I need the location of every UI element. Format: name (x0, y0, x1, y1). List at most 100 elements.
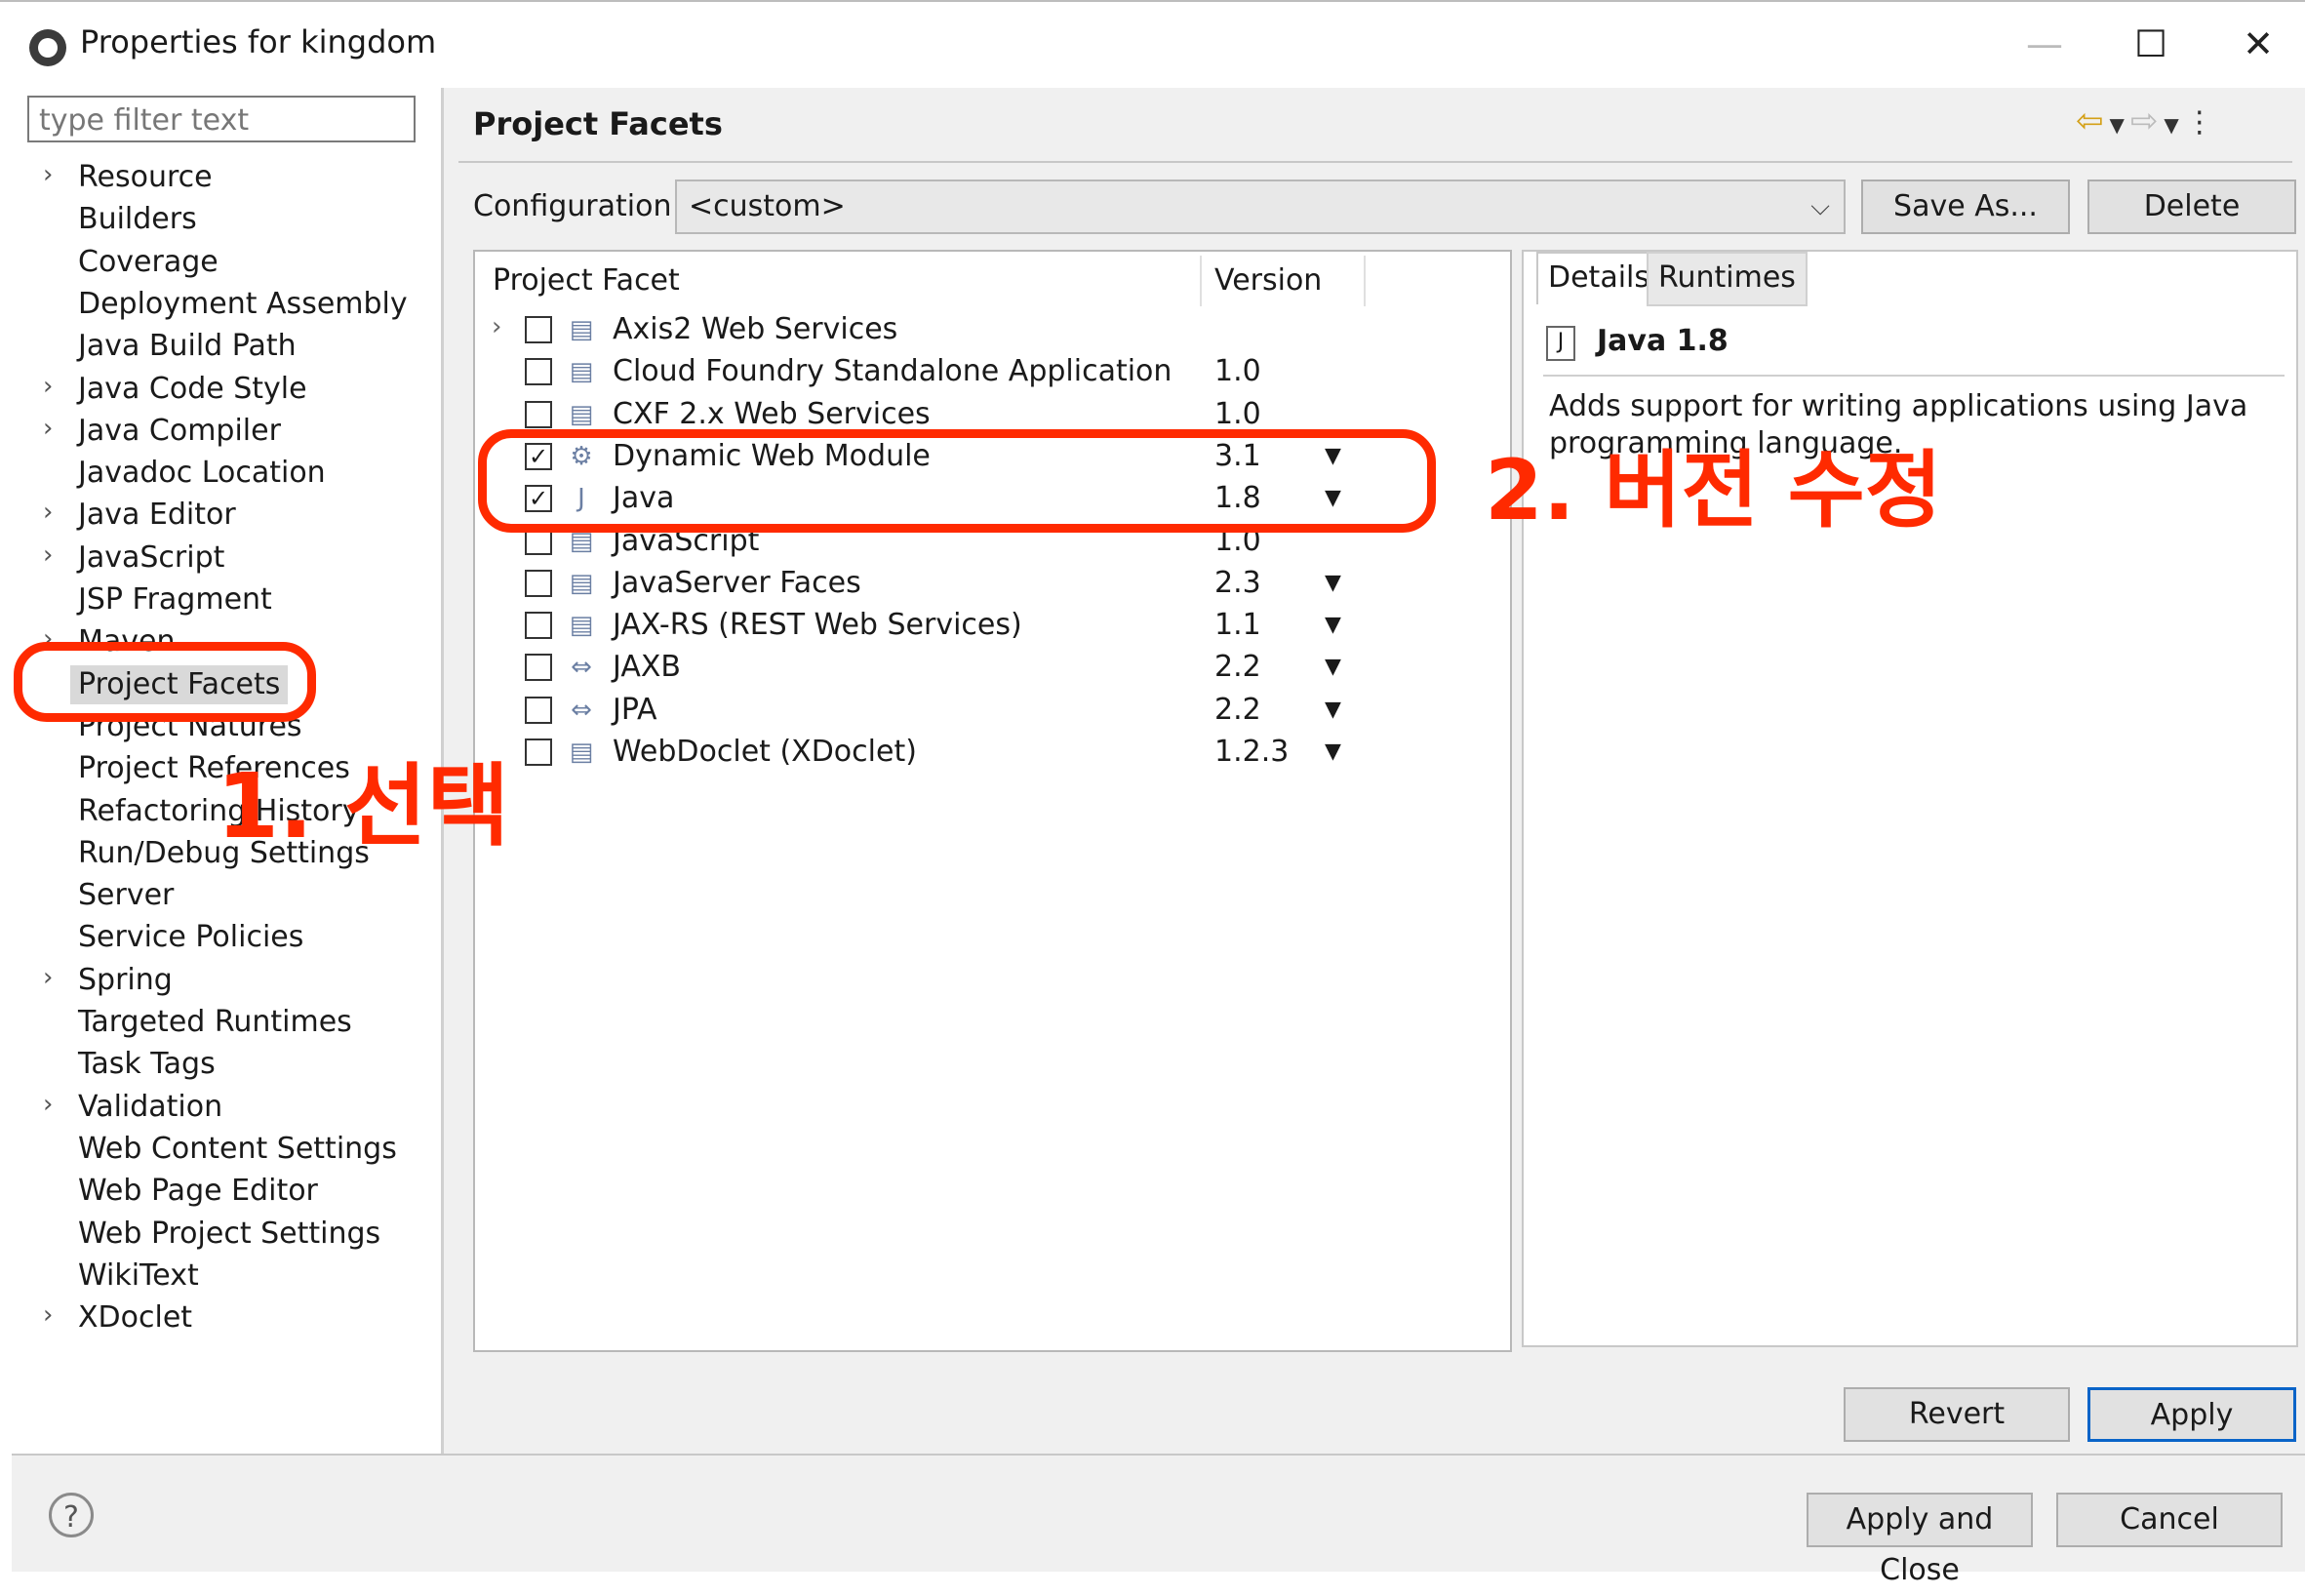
sidebar-item-resource[interactable]: Resource (78, 158, 213, 197)
sidebar-item-web-content-settings[interactable]: Web Content Settings (78, 1130, 397, 1169)
version-dropdown-icon[interactable]: ▼ (1325, 691, 1341, 730)
facet-name: CXF 2.x Web Services (613, 396, 931, 431)
save-as-button[interactable]: Save As... (1861, 180, 2070, 234)
filter-input[interactable]: type filter text (27, 96, 416, 142)
menu-icon[interactable]: ⋮ (2185, 105, 2220, 140)
delete-button[interactable]: Delete (2087, 180, 2296, 234)
facet-name: JavaServer Faces (613, 565, 861, 600)
back-arrow-icon[interactable]: ⇦ (2076, 101, 2110, 140)
expand-arrow-icon[interactable]: › (43, 414, 53, 443)
close-button[interactable]: ✕ (2229, 20, 2287, 68)
expand-arrow-icon[interactable]: › (43, 1300, 53, 1330)
sidebar-item-java-compiler[interactable]: Java Compiler (78, 412, 281, 451)
sidebar-item-jsp-fragment[interactable]: JSP Fragment (78, 580, 272, 619)
facet-checkbox[interactable] (525, 654, 552, 682)
facet-checkbox[interactable] (525, 358, 552, 386)
apply-and-close-button[interactable]: Apply and Close (1807, 1493, 2033, 1587)
forward-arrow-icon[interactable]: ⇨ (2130, 101, 2165, 140)
sidebar-item-java-code-style[interactable]: Java Code Style (78, 370, 307, 409)
facet-checkbox[interactable] (525, 612, 552, 640)
app-icon (29, 29, 66, 66)
sidebar-item-server[interactable]: Server (78, 876, 174, 915)
version-dropdown-icon[interactable]: ▼ (1325, 564, 1341, 603)
java-icon: J (1546, 326, 1575, 361)
revert-button[interactable]: Revert (1844, 1387, 2070, 1442)
column-header-facet[interactable]: Project Facet (493, 263, 680, 298)
version-dropdown-icon[interactable]: ▼ (1325, 606, 1341, 645)
sidebar-item-java-build-path[interactable]: Java Build Path (78, 327, 297, 366)
minimize-button[interactable]: — (2015, 20, 2074, 68)
title-bar: Properties for kingdom — ☐ ✕ (0, 0, 2305, 90)
version-dropdown-icon[interactable]: ▼ (1325, 733, 1341, 772)
sidebar-item-xdoclet[interactable]: XDoclet (78, 1298, 192, 1337)
column-header-version[interactable]: Version (1214, 263, 1322, 298)
facet-checkbox[interactable] (525, 316, 552, 343)
apply-button[interactable]: Apply (2087, 1387, 2296, 1442)
facet-name: WebDoclet (XDoclet) (613, 735, 917, 769)
sidebar-item-service-policies[interactable]: Service Policies (78, 918, 303, 957)
facet-checkbox[interactable] (525, 569, 552, 597)
facet-row[interactable]: › ▤ Axis2 Web Services (488, 310, 1366, 351)
facet-checkbox[interactable] (525, 738, 552, 766)
sidebar-item-coverage[interactable]: Coverage (78, 243, 219, 282)
sidebar-item-java-editor[interactable]: Java Editor (78, 496, 236, 535)
sidebar-item-javascript[interactable]: JavaScript (78, 539, 224, 578)
configuration-label: Configuration: (473, 189, 682, 223)
facet-name: Cloud Foundry Standalone Application (613, 354, 1172, 389)
facet-version[interactable]: 2.2 (1214, 691, 1261, 730)
configuration-select[interactable]: <custom> ⌵ (675, 180, 1846, 234)
document-icon: ▤ (569, 738, 594, 767)
facet-row[interactable]: ⇔ JAXB 2.2 ▼ (488, 648, 1366, 689)
facet-version[interactable]: 1.1 (1214, 606, 1261, 645)
expand-arrow-icon[interactable]: › (43, 372, 53, 401)
chevron-down-icon[interactable]: ▼ (2110, 113, 2130, 137)
sidebar-item-targeted-runtimes[interactable]: Targeted Runtimes (78, 1003, 352, 1042)
configuration-value: <custom> (689, 189, 846, 223)
facet-row[interactable]: ⇔ JPA 2.2 ▼ (488, 691, 1366, 732)
facet-row[interactable]: ▤ JavaServer Faces 2.3 ▼ (488, 564, 1366, 605)
version-dropdown-icon[interactable]: ▼ (1325, 648, 1341, 687)
maximize-button[interactable]: ☐ (2122, 20, 2180, 68)
facet-checkbox[interactable] (525, 400, 552, 428)
expand-arrow-icon[interactable]: › (43, 1090, 53, 1119)
tab-details[interactable]: Details (1536, 252, 1662, 304)
annotation-step1: 1. 선택 (217, 754, 510, 858)
expand-arrow-icon[interactable]: › (43, 160, 53, 189)
chevron-down-icon: ⌵ (1810, 192, 1830, 221)
facet-version[interactable]: 2.2 (1214, 648, 1261, 687)
sidebar-item-javadoc-location[interactable]: Javadoc Location (78, 454, 326, 493)
column-divider[interactable] (1364, 256, 1366, 306)
facet-name: JAX-RS (REST Web Services) (613, 608, 1022, 643)
sidebar-item-builders[interactable]: Builders (78, 200, 197, 239)
help-icon[interactable]: ? (49, 1493, 94, 1537)
sidebar-item-task-tags[interactable]: Task Tags (78, 1045, 216, 1084)
facet-row[interactable]: ▤ Cloud Foundry Standalone Application 1.0 (488, 352, 1366, 393)
facet-row[interactable]: ▤ JAX-RS (REST Web Services) 1.1 ▼ (488, 606, 1366, 647)
facet-row[interactable]: ▤ WebDoclet (XDoclet) 1.2.3 ▼ (488, 733, 1366, 774)
sidebar-item-web-page-editor[interactable]: Web Page Editor (78, 1172, 318, 1211)
sidebar-item-spring[interactable]: Spring (78, 961, 173, 1000)
document-icon: ▤ (569, 611, 594, 641)
expand-arrow-icon[interactable]: › (43, 498, 53, 527)
facet-checkbox[interactable] (525, 696, 552, 724)
chevron-down-icon[interactable]: ▼ (2164, 113, 2184, 137)
highlight-version-rows (478, 429, 1436, 533)
sidebar-item-web-project-settings[interactable]: Web Project Settings (78, 1215, 380, 1254)
document-icon: ▤ (569, 357, 594, 387)
facet-version[interactable]: 1.2.3 (1214, 733, 1289, 772)
sidebar-item-wikitext[interactable]: WikiText (78, 1257, 199, 1296)
expand-arrow-icon[interactable]: › (43, 963, 53, 992)
cancel-button[interactable]: Cancel (2056, 1493, 2283, 1547)
expand-arrow-icon[interactable]: › (43, 540, 53, 570)
window-title: Properties for kingdom (80, 23, 437, 60)
facet-name: JAXB (613, 650, 681, 685)
document-icon: ▤ (569, 568, 594, 598)
tab-runtimes[interactable]: Runtimes (1647, 252, 1808, 306)
sidebar-item-deployment-assembly[interactable]: Deployment Assembly (78, 285, 408, 324)
facet-version[interactable]: 2.3 (1214, 564, 1261, 603)
facet-name: Axis2 Web Services (613, 312, 898, 346)
expand-arrow-icon[interactable]: › (492, 312, 501, 341)
column-divider[interactable] (1200, 256, 1202, 306)
sidebar-item-validation[interactable]: Validation (78, 1088, 222, 1127)
page-title: Project Facets (473, 105, 723, 142)
